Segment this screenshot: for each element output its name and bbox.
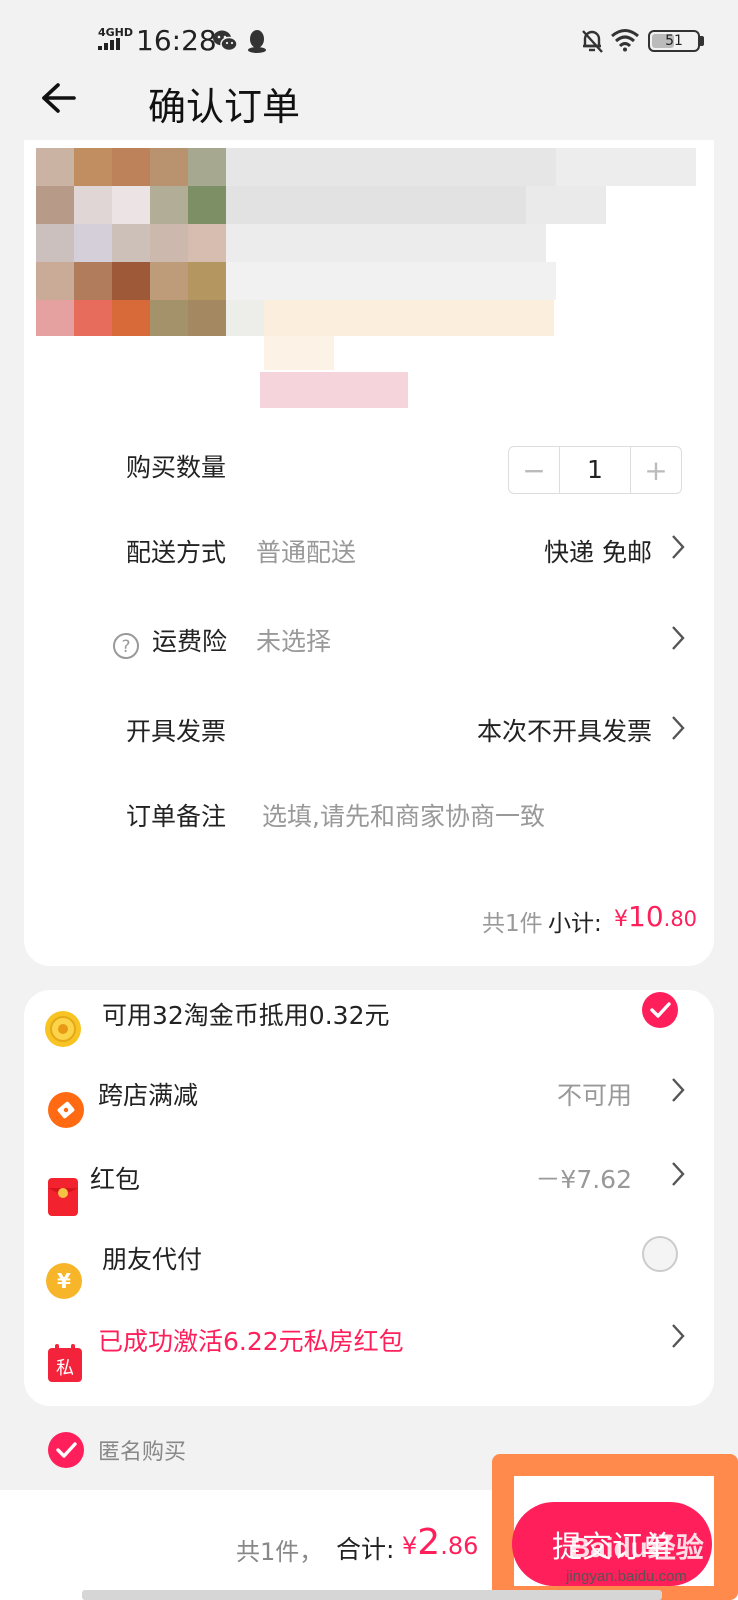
svg-text:¥: ¥ — [57, 1269, 71, 1293]
decrement-button[interactable]: − — [509, 447, 559, 493]
status-time: 16:28 — [136, 24, 217, 57]
header — [0, 80, 738, 148]
chevron-right-icon — [672, 1162, 685, 1186]
cross-store-value: 不可用 — [556, 1081, 632, 1110]
total-decimal: .86 — [440, 1532, 479, 1560]
battery-cap — [700, 36, 704, 46]
subtotal-integer: 10 — [628, 900, 664, 933]
svg-text:?: ? — [121, 637, 130, 657]
coins-checkbox[interactable] — [642, 992, 678, 1028]
total-price: ¥2.86 — [402, 1522, 478, 1563]
gold-coin-icon — [45, 1011, 81, 1047]
subtotal-count: 共1件 — [482, 911, 543, 937]
chevron-right-icon — [672, 716, 685, 740]
chevron-right-icon — [672, 626, 685, 650]
order-note-label: 订单备注 — [126, 802, 227, 831]
total-label: 合计: — [336, 1535, 395, 1564]
battery-text: 51 — [665, 33, 683, 49]
check-icon — [56, 1442, 77, 1458]
chevron-right-icon — [672, 1324, 685, 1348]
wifi-icon — [611, 29, 639, 52]
yuan-coin-icon: ¥ — [46, 1263, 82, 1299]
red-packet-icon — [48, 1178, 78, 1216]
subtotal-label: 小计: — [548, 911, 602, 937]
delivery-value: 快递 免邮 — [544, 538, 652, 567]
watermark-url: jingyan.baidu.com — [566, 1568, 687, 1585]
total-count: 共1件， — [236, 1538, 324, 1566]
anonymous-label: 匿名购买 — [98, 1440, 187, 1465]
private-packet-icon: 私 — [48, 1344, 82, 1382]
insurance-label: 运费险 — [152, 627, 228, 656]
total-currency: ¥ — [402, 1532, 418, 1560]
quantity-value[interactable]: 1 — [559, 447, 631, 493]
insurance-hint: 未选择 — [256, 627, 332, 656]
check-icon — [650, 1002, 671, 1018]
qq-icon — [248, 30, 266, 53]
increment-button[interactable]: + — [631, 447, 681, 493]
invoice-value: 本次不开具发票 — [476, 717, 652, 746]
friend-pay-radio[interactable] — [642, 1236, 678, 1272]
red-packet-label: 红包 — [90, 1165, 141, 1194]
baidu-watermark: Baidu经验 — [570, 1532, 704, 1563]
chevron-right-icon — [672, 1078, 685, 1102]
quantity-stepper: − 1 + — [508, 446, 682, 494]
order-note-input[interactable]: 选填,请先和商家协商一致 — [262, 797, 682, 833]
total-integer: 2 — [417, 1522, 441, 1563]
question-circle-icon[interactable]: ? — [112, 632, 140, 660]
mute-bell-icon — [582, 30, 603, 53]
delivery-hint: 普通配送 — [256, 538, 357, 567]
subtotal-currency: ¥ — [614, 907, 628, 932]
arrow-left-icon — [42, 83, 76, 113]
page-title: 确认订单 — [148, 85, 301, 129]
product-thumbnail-mosaic — [36, 148, 696, 418]
chevron-right-icon — [672, 535, 685, 559]
cross-store-label: 跨店满减 — [98, 1081, 199, 1110]
red-packet-value: －¥7.62 — [535, 1165, 632, 1194]
private-packet-label: 已成功激活6.22元私房红包 — [98, 1327, 404, 1356]
quantity-label: 购买数量 — [126, 453, 227, 482]
anonymous-checkbox[interactable] — [48, 1432, 84, 1468]
signal-icon — [98, 38, 120, 50]
battery-icon: 51 — [648, 30, 700, 52]
delivery-label: 配送方式 — [126, 538, 227, 567]
home-indicator — [82, 1590, 662, 1600]
subtotal-price: ¥10.80 — [614, 900, 697, 933]
invoice-label: 开具发票 — [126, 717, 227, 746]
coins-label: 可用32淘金币抵用0.32元 — [102, 1001, 390, 1030]
svg-text:私: 私 — [56, 1358, 74, 1379]
back-button[interactable] — [34, 78, 82, 118]
subtotal-decimal: .80 — [663, 907, 698, 931]
friend-pay-label: 朋友代付 — [102, 1245, 203, 1274]
wechat-icon — [213, 30, 238, 52]
coupon-tag-icon — [48, 1092, 84, 1128]
